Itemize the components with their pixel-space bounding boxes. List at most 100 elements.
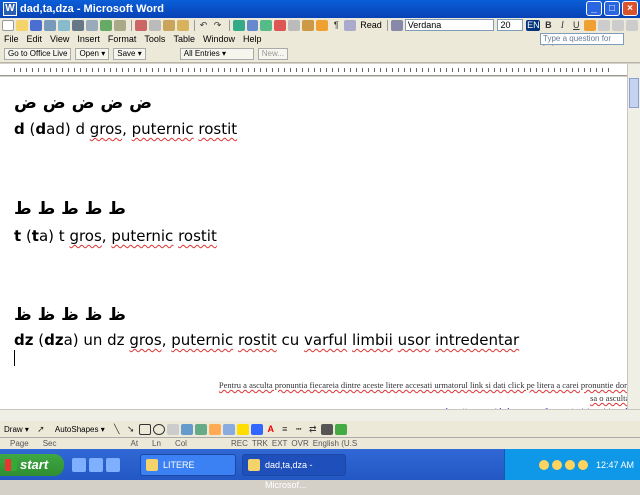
email-icon[interactable] [57,19,70,31]
tray-antivirus-icon[interactable] [577,459,588,470]
description-dad: d (dad) d gros, puternic rostit [14,120,237,138]
clip-art-icon[interactable] [208,423,221,435]
font-color-icon[interactable]: A [265,424,277,435]
minimize-button[interactable]: _ [586,1,602,16]
help-question-input[interactable]: Type a question for help [540,33,624,53]
paste-icon[interactable] [162,19,175,31]
columns-icon[interactable] [288,19,301,31]
shadow-icon[interactable] [320,423,333,435]
horizontal-ruler[interactable] [0,64,640,76]
horizontal-scrollbar[interactable] [0,409,640,421]
wordart-icon[interactable] [180,423,193,435]
latin-letter: d [35,120,47,138]
maximize-button[interactable]: □ [604,1,620,16]
line-icon[interactable]: ╲ [111,424,123,435]
drawing-icon[interactable] [302,19,315,31]
menu-view[interactable]: View [50,34,69,44]
align-center-icon[interactable] [598,19,611,31]
go-to-office-live-button[interactable]: Go to Office Live [4,48,72,60]
spell-word: gros [69,227,102,245]
print-icon[interactable] [71,19,84,31]
draw-menu[interactable]: Draw ▾ [4,425,29,434]
language-indicator[interactable]: EN [526,19,541,31]
line-color-icon[interactable] [250,423,263,435]
scroll-thumb[interactable] [629,78,639,108]
dash-style-icon[interactable]: ┅ [293,424,305,435]
rectangle-icon[interactable] [138,423,151,435]
redo-icon[interactable]: ↷ [212,20,224,31]
tables-borders-icon[interactable] [246,19,259,31]
print-preview-icon[interactable] [85,19,98,31]
text-box-icon[interactable] [166,423,179,435]
tray-network-icon[interactable] [538,459,549,470]
align-right-icon[interactable] [612,19,625,31]
status-ext[interactable]: EXT [272,439,288,448]
vertical-scrollbar[interactable] [627,64,640,409]
read-button[interactable]: Read [360,20,382,30]
media-icon[interactable] [106,457,120,472]
taskbar-item-litere[interactable]: LITERE [140,453,236,476]
spelling-icon[interactable] [99,19,112,31]
browser-icon[interactable] [89,457,103,472]
show-hide-icon[interactable]: ¶ [330,20,342,31]
oval-icon[interactable] [152,423,165,435]
arrow-icon[interactable]: ➘ [125,424,137,435]
open-button[interactable]: Open ▾ [75,48,110,60]
status-trk[interactable]: TRK [252,439,268,448]
document-page[interactable]: ض ض ض ض ض d (dad) d gros, puternic rosti… [0,77,627,409]
bold-icon[interactable]: B [542,20,554,31]
show-desktop-icon[interactable] [72,457,86,472]
cut-icon[interactable] [134,19,147,31]
word-icon[interactable]: W [3,2,17,16]
document-map-icon[interactable] [316,19,329,31]
menu-window[interactable]: Window [203,34,235,44]
justify-icon[interactable] [626,19,639,31]
menu-table[interactable]: Table [173,34,195,44]
font-size-select[interactable]: 20 [497,19,524,31]
diagram-icon[interactable] [194,423,207,435]
arrow-style-icon[interactable]: ⇄ [307,424,319,435]
menu-help[interactable]: Help [243,34,262,44]
picture-icon[interactable] [222,423,235,435]
zoom-icon[interactable] [344,19,357,31]
permission-icon[interactable] [43,19,56,31]
format-painter-icon[interactable] [176,19,189,31]
taskbar-item-word[interactable]: dad,ta,dza - Microsof... [242,453,346,490]
menu-insert[interactable]: Insert [77,34,100,44]
3d-icon[interactable] [334,423,347,435]
autoshapes-menu[interactable]: AutoShapes ▾ [55,425,105,434]
font-name-select[interactable]: Verdana [404,19,495,31]
italic-icon[interactable]: I [556,20,568,31]
menu-edit[interactable]: Edit [27,34,43,44]
underline-icon[interactable]: U [570,20,582,31]
insert-table-icon[interactable] [260,19,273,31]
toolbar-separator [228,19,230,31]
line-style-icon[interactable]: ≡ [279,424,291,435]
menu-file[interactable]: File [4,34,19,44]
menu-tools[interactable]: Tools [144,34,165,44]
new-document-icon[interactable] [2,19,14,31]
status-ovr[interactable]: OVR [291,439,308,448]
align-left-icon[interactable] [584,19,597,31]
close-button[interactable]: × [622,1,638,16]
save-button[interactable]: Save ▾ [113,48,146,60]
excel-worksheet-icon[interactable] [274,19,287,31]
tray-security-icon[interactable] [564,459,575,470]
copy-icon[interactable] [148,19,161,31]
research-icon[interactable] [113,19,126,31]
select-objects-icon[interactable]: ➚ [35,424,47,435]
tray-volume-icon[interactable] [551,459,562,470]
start-button[interactable]: start [0,453,64,476]
style-icon[interactable] [390,19,403,31]
hyperlink-icon[interactable] [232,19,245,31]
toolbar-separator [386,19,388,31]
save-icon[interactable] [29,19,42,31]
menu-format[interactable]: Format [108,34,137,44]
open-icon[interactable] [15,19,28,31]
fill-color-icon[interactable] [236,423,249,435]
status-rec[interactable]: REC [231,439,248,448]
all-entries-select[interactable]: All Entries ▾ [179,48,254,60]
undo-icon[interactable]: ↶ [198,20,210,31]
new-entry-button[interactable]: New... [257,48,288,60]
clock[interactable]: 12:47 AM [596,460,634,470]
